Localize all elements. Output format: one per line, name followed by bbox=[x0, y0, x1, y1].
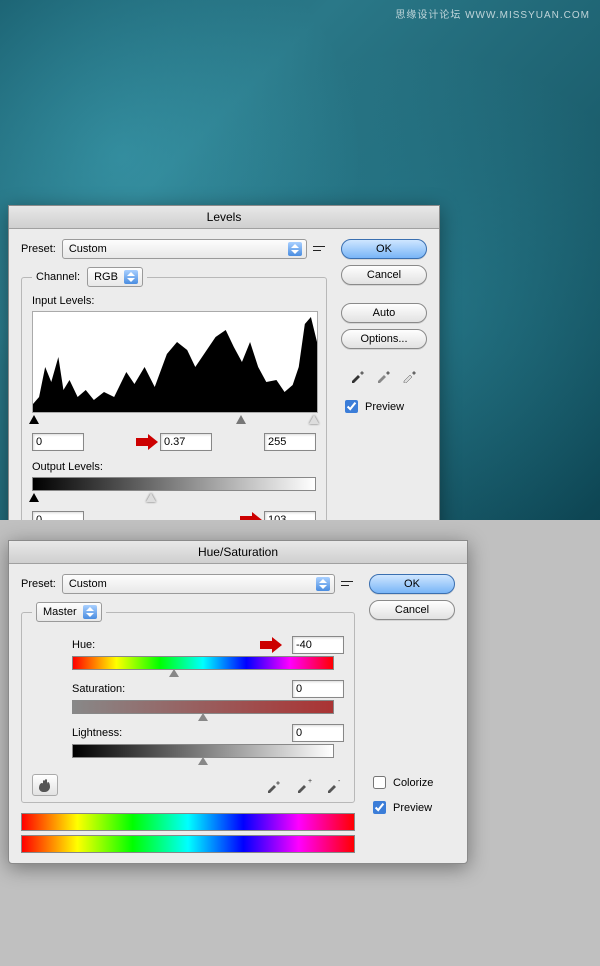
preset-label: Preset: bbox=[21, 243, 56, 255]
watermark-text: 思缘设计论坛 WWW.MISSYUAN.COM bbox=[395, 6, 590, 21]
dropdown-caret-icon bbox=[316, 577, 330, 591]
lightness-field[interactable] bbox=[292, 724, 344, 742]
saturation-slider[interactable] bbox=[72, 700, 334, 714]
preset-menu-icon[interactable] bbox=[313, 244, 327, 254]
edit-select[interactable]: Master bbox=[36, 602, 102, 622]
hue-handle[interactable] bbox=[169, 669, 179, 677]
svg-text:-: - bbox=[338, 778, 341, 785]
input-slider[interactable] bbox=[32, 415, 316, 427]
huesat-fieldset: Master Hue: Saturation: bbox=[21, 602, 355, 803]
preview-label: Preview bbox=[365, 401, 404, 413]
channel-value: RGB bbox=[94, 271, 118, 283]
preset-select[interactable]: Custom bbox=[62, 574, 335, 594]
gamma-handle[interactable] bbox=[236, 415, 246, 424]
levels-titlebar[interactable]: Levels bbox=[9, 206, 439, 229]
options-button[interactable]: Options... bbox=[341, 329, 427, 349]
input-gamma-field[interactable] bbox=[160, 433, 212, 451]
preset-value: Custom bbox=[69, 578, 310, 590]
huesat-titlebar[interactable]: Hue/Saturation bbox=[9, 541, 467, 564]
svg-text:+: + bbox=[308, 778, 312, 785]
output-levels-label: Output Levels: bbox=[32, 461, 316, 473]
dropdown-caret-icon bbox=[124, 270, 138, 284]
output-white-handle[interactable] bbox=[146, 493, 156, 502]
output-black-field[interactable] bbox=[32, 511, 84, 520]
input-levels-label: Input Levels: bbox=[32, 295, 316, 307]
levels-dialog: Levels Preset: Custom Channel: RGB bbox=[8, 205, 440, 520]
black-point-handle[interactable] bbox=[29, 415, 39, 424]
output-gradient bbox=[32, 477, 316, 491]
eyedropper-subtract-icon[interactable]: - bbox=[324, 775, 344, 795]
eyedropper-icon[interactable] bbox=[264, 775, 284, 795]
lightness-handle[interactable] bbox=[198, 757, 208, 765]
output-white-field[interactable] bbox=[264, 511, 316, 520]
channel-fieldset: Channel: RGB Input Levels: bbox=[21, 267, 327, 520]
preview-checkbox[interactable] bbox=[373, 801, 386, 814]
eyedropper-white-icon[interactable] bbox=[400, 365, 420, 385]
preview-checkbox[interactable] bbox=[345, 400, 358, 413]
hue-saturation-dialog: Hue/Saturation Preset: Custom Master bbox=[8, 540, 468, 864]
preset-select[interactable]: Custom bbox=[62, 239, 307, 259]
dropdown-caret-icon bbox=[83, 605, 97, 619]
edit-value: Master bbox=[43, 606, 77, 618]
input-white-field[interactable] bbox=[264, 433, 316, 451]
input-black-field[interactable] bbox=[32, 433, 84, 451]
histogram bbox=[32, 311, 318, 413]
white-point-handle[interactable] bbox=[309, 415, 319, 424]
arrow-icon bbox=[240, 513, 262, 520]
channel-label: Channel: bbox=[36, 271, 80, 283]
preview-label: Preview bbox=[393, 802, 432, 814]
ok-button[interactable]: OK bbox=[341, 239, 427, 259]
preset-menu-icon[interactable] bbox=[341, 579, 355, 589]
arrow-icon bbox=[260, 638, 282, 652]
scrubby-hand-icon[interactable] bbox=[32, 774, 58, 796]
colorize-label: Colorize bbox=[393, 777, 433, 789]
auto-button[interactable]: Auto bbox=[341, 303, 427, 323]
saturation-field[interactable] bbox=[292, 680, 344, 698]
arrow-icon bbox=[136, 435, 158, 449]
ok-button[interactable]: OK bbox=[369, 574, 455, 594]
output-slider[interactable] bbox=[32, 493, 316, 505]
hue-spectrum-top bbox=[21, 813, 355, 831]
hue-slider[interactable] bbox=[72, 656, 334, 670]
hue-field[interactable] bbox=[292, 636, 344, 654]
preset-label: Preset: bbox=[21, 578, 56, 590]
cancel-button[interactable]: Cancel bbox=[369, 600, 455, 620]
dropdown-caret-icon bbox=[288, 242, 302, 256]
saturation-handle[interactable] bbox=[198, 713, 208, 721]
eyedropper-black-icon[interactable] bbox=[348, 365, 368, 385]
hue-label: Hue: bbox=[72, 639, 142, 651]
eyedropper-add-icon[interactable]: + bbox=[294, 775, 314, 795]
background-image: 思缘设计论坛 WWW.MISSYUAN.COM Levels Preset: C… bbox=[0, 0, 600, 520]
colorize-checkbox[interactable] bbox=[373, 776, 386, 789]
lightness-label: Lightness: bbox=[72, 727, 142, 739]
saturation-label: Saturation: bbox=[72, 683, 142, 695]
lightness-slider[interactable] bbox=[72, 744, 334, 758]
cancel-button[interactable]: Cancel bbox=[341, 265, 427, 285]
output-black-handle[interactable] bbox=[29, 493, 39, 502]
channel-select[interactable]: RGB bbox=[87, 267, 143, 287]
preset-value: Custom bbox=[69, 243, 282, 255]
hue-spectrum-bottom bbox=[21, 835, 355, 853]
eyedropper-gray-icon[interactable] bbox=[374, 365, 394, 385]
